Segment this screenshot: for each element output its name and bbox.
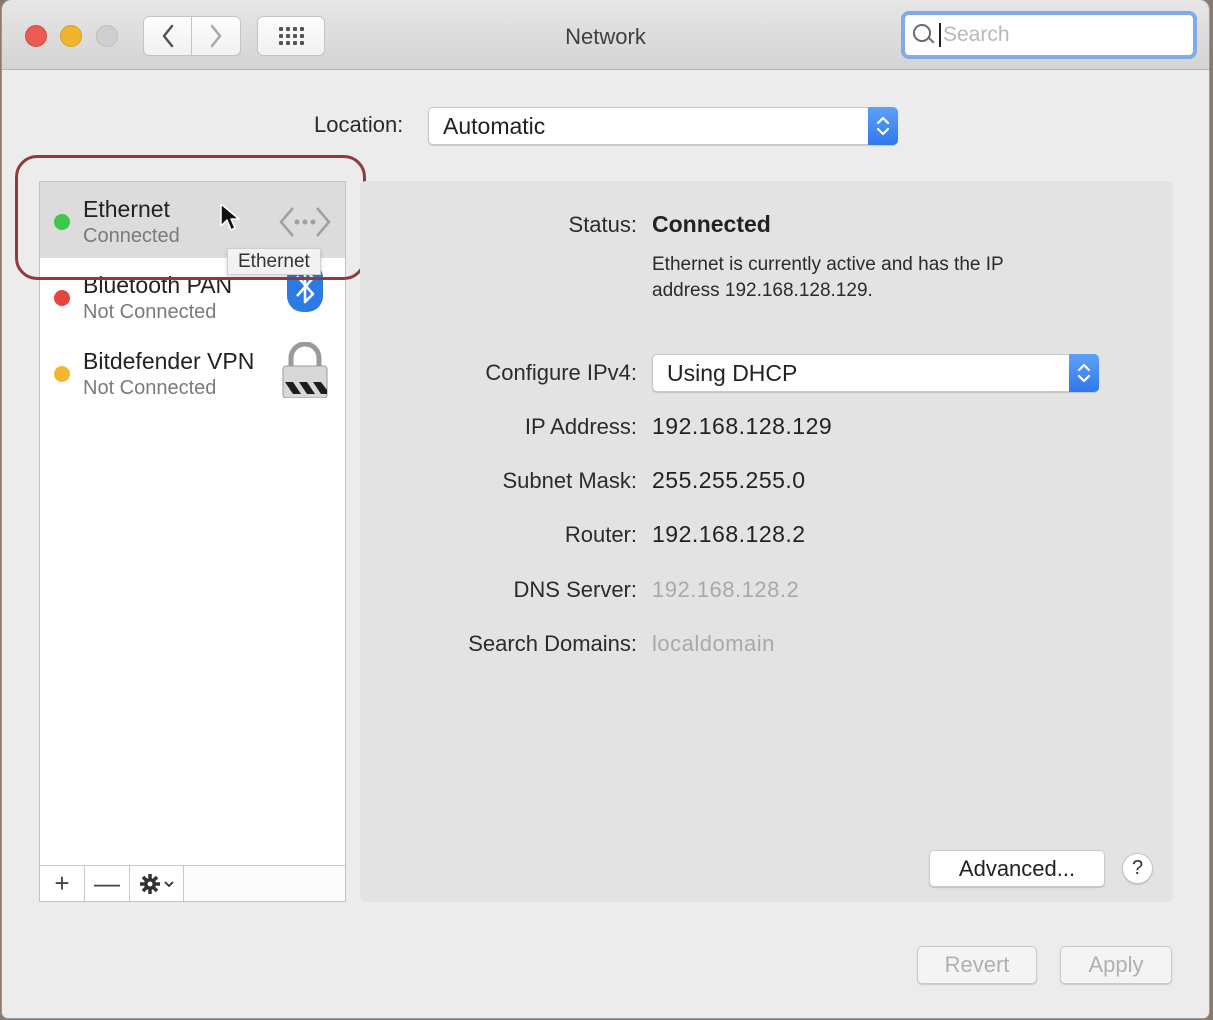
router-label: Router: (564, 522, 637, 547)
popup-stepper-icon (868, 107, 898, 145)
status-value: Connected (652, 211, 771, 237)
service-name: Bitdefender VPN (83, 348, 255, 374)
revert-button[interactable]: Revert (917, 946, 1037, 984)
configure-ipv4-label: Configure IPv4: (485, 360, 637, 385)
add-service-button[interactable]: + (40, 866, 85, 901)
service-status: Connected (83, 225, 180, 247)
service-status: Not Connected (83, 377, 217, 399)
status-dot (54, 366, 70, 382)
location-label: Location: (314, 112, 404, 137)
popup-stepper-icon (1069, 354, 1099, 392)
router-value: 192.168.128.2 (652, 521, 806, 547)
search-icon (913, 24, 935, 46)
service-list-toolbar: + — (40, 865, 345, 901)
configure-ipv4-value: Using DHCP (667, 359, 798, 386)
search-domains-label: Search Domains: (468, 631, 637, 656)
service-item-bitdefender-vpn[interactable]: Bitdefender VPN Not Connected (40, 334, 345, 410)
subnet-mask-value: 255.255.255.0 (652, 467, 806, 493)
status-dot (54, 290, 70, 306)
ethernet-icon (279, 207, 331, 237)
action-menu-button[interactable] (130, 866, 184, 901)
ip-address-label: IP Address: (524, 414, 637, 439)
service-name: Ethernet (83, 196, 170, 222)
help-button[interactable]: ? (1122, 853, 1153, 884)
service-item-ethernet[interactable]: Ethernet Connected (40, 182, 345, 258)
service-list: Ethernet Connected Bluetooth PAN Not Con… (39, 181, 346, 902)
service-status: Not Connected (83, 301, 217, 323)
dns-server-value: 192.168.128.2 (652, 577, 800, 602)
network-preferences-window: Network Location: Automatic Ethernet Con… (2, 0, 1209, 1018)
dns-server-label: DNS Server: (513, 577, 637, 602)
configure-ipv4-popup[interactable]: Using DHCP (652, 354, 1099, 392)
apply-button[interactable]: Apply (1060, 946, 1172, 984)
service-name: Bluetooth PAN (83, 272, 233, 298)
status-label: Status: (568, 212, 637, 237)
search-domains-value: localdomain (652, 631, 775, 656)
vpn-lock-icon (282, 342, 328, 398)
gear-icon (140, 873, 160, 894)
location-value: Automatic (443, 112, 546, 139)
search-field[interactable] (901, 11, 1197, 59)
ip-address-value: 192.168.128.129 (652, 413, 833, 439)
remove-service-button[interactable]: — (85, 866, 130, 901)
mouse-cursor-icon (220, 203, 240, 231)
advanced-button[interactable]: Advanced... (929, 850, 1105, 887)
title-bar: Network (2, 0, 1209, 70)
search-input[interactable] (939, 23, 1179, 47)
subnet-mask-label: Subnet Mask: (502, 468, 637, 493)
status-dot (54, 214, 70, 230)
status-description: Ethernet is currently active and has the… (652, 254, 1004, 301)
location-popup[interactable]: Automatic (428, 107, 898, 145)
tooltip: Ethernet (227, 248, 321, 275)
chevron-down-icon (164, 880, 174, 887)
